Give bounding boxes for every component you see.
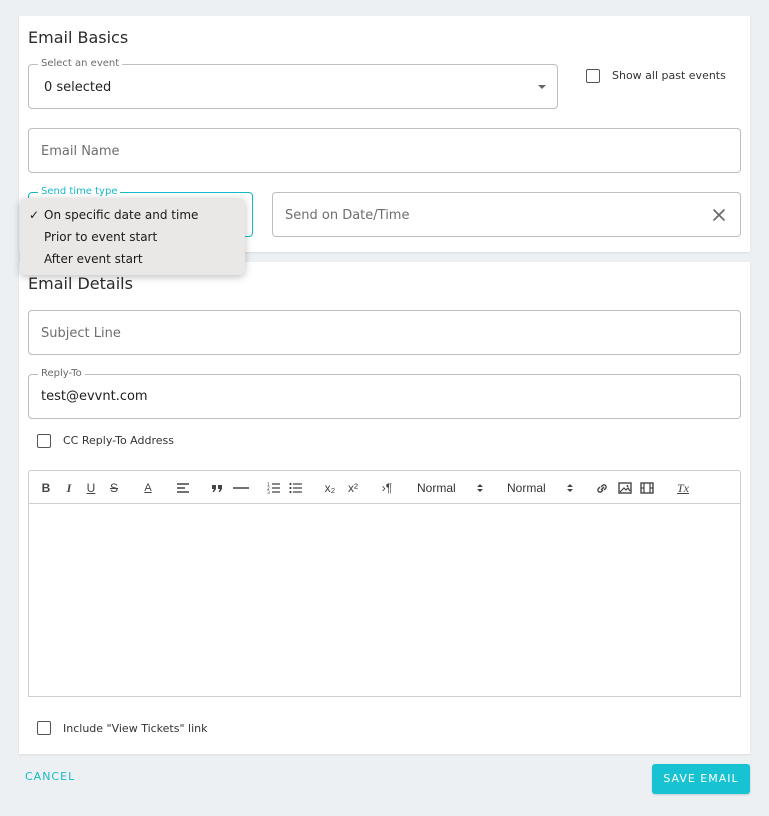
menu-item-specific-date[interactable]: ✓ On specific date and time: [20, 204, 245, 226]
subscript-button[interactable]: x₂: [322, 479, 338, 497]
event-select[interactable]: Select an event 0 selected: [28, 58, 558, 109]
font-size-picker[interactable]: Normal: [417, 479, 489, 497]
ordered-list-icon: 1 2 3: [267, 482, 280, 496]
menu-item-label: Prior to event start: [44, 230, 158, 244]
horizontal-rule-button[interactable]: [232, 479, 250, 497]
reply-to-legend: Reply-To: [38, 368, 85, 380]
email-name-field[interactable]: Email Name: [28, 128, 741, 173]
send-date-time-placeholder: Send on Date/Time: [285, 208, 410, 223]
font-size-picker-label: Normal: [417, 481, 456, 495]
align-left-icon: [177, 483, 189, 493]
show-past-events-checkbox[interactable]: [586, 69, 600, 83]
view-tickets-checkbox[interactable]: [37, 721, 51, 735]
bullet-list-icon: [289, 482, 302, 494]
menu-item-prior-to-start[interactable]: Prior to event start: [20, 226, 245, 248]
video-icon: [640, 482, 654, 494]
email-details-title: Email Details: [28, 274, 133, 293]
header-picker[interactable]: Normal: [507, 479, 579, 497]
send-time-type-menu: ✓ On specific date and time Prior to eve…: [20, 198, 245, 275]
image-button[interactable]: [618, 479, 634, 497]
email-details-card: Email Details Subject Line Reply-To test…: [19, 262, 750, 754]
save-email-button[interactable]: SAVE EMAIL: [652, 764, 750, 794]
view-tickets-label: Include "View Tickets" link: [63, 722, 208, 735]
up-down-arrows-icon: [477, 484, 483, 492]
reply-to-field[interactable]: Reply-To test@evvnt.com: [28, 368, 741, 419]
blockquote-button[interactable]: [210, 479, 226, 497]
clear-formatting-button[interactable]: Tx: [674, 479, 692, 497]
cc-reply-to-checkbox[interactable]: [37, 434, 51, 448]
email-basics-title: Email Basics: [28, 28, 129, 47]
horizontal-rule-icon: [233, 487, 249, 489]
link-button[interactable]: [595, 479, 611, 497]
subject-line-placeholder: Subject Line: [41, 326, 121, 341]
event-select-value: 0 selected: [44, 80, 112, 95]
editor-toolbar: B I U S A 1 2 3 x₂ x² ›¶ Normal Normal T…: [28, 470, 741, 504]
cancel-button[interactable]: CANCEL: [25, 770, 75, 783]
align-button[interactable]: [176, 479, 192, 497]
superscript-button[interactable]: x²: [345, 479, 361, 497]
text-direction-button[interactable]: ›¶: [378, 479, 396, 497]
header-picker-label: Normal: [507, 481, 546, 495]
font-color-button[interactable]: A: [141, 479, 155, 497]
cc-reply-to-label: CC Reply-To Address: [63, 434, 174, 447]
menu-item-label: On specific date and time: [44, 208, 199, 222]
bold-button[interactable]: B: [39, 479, 53, 497]
chevron-down-icon[interactable]: [538, 85, 546, 89]
reply-to-value: test@evvnt.com: [41, 389, 148, 404]
image-icon: [618, 482, 632, 494]
email-name-placeholder: Email Name: [41, 144, 120, 159]
menu-item-label: After event start: [44, 252, 143, 266]
show-past-events-label: Show all past events: [612, 69, 726, 82]
up-down-arrows-icon: [567, 484, 573, 492]
link-icon: [597, 484, 607, 493]
strikethrough-button[interactable]: S: [107, 479, 121, 497]
quote-icon: [212, 485, 222, 492]
event-select-legend: Select an event: [38, 58, 123, 70]
checkmark-icon: ✓: [29, 208, 40, 222]
menu-item-after-start[interactable]: After event start: [20, 248, 245, 270]
subject-line-field[interactable]: Subject Line: [28, 310, 741, 355]
italic-button[interactable]: I: [62, 479, 76, 497]
bullet-list-button[interactable]: [289, 479, 305, 497]
svg-text:3: 3: [267, 490, 270, 496]
video-button[interactable]: [640, 479, 656, 497]
close-icon[interactable]: [712, 208, 726, 222]
underline-button[interactable]: U: [84, 479, 98, 497]
send-time-type-legend: Send time type: [38, 186, 121, 198]
ordered-list-button[interactable]: 1 2 3: [267, 479, 283, 497]
email-body-editor[interactable]: [28, 503, 741, 697]
send-date-time-field[interactable]: Send on Date/Time: [272, 192, 741, 237]
